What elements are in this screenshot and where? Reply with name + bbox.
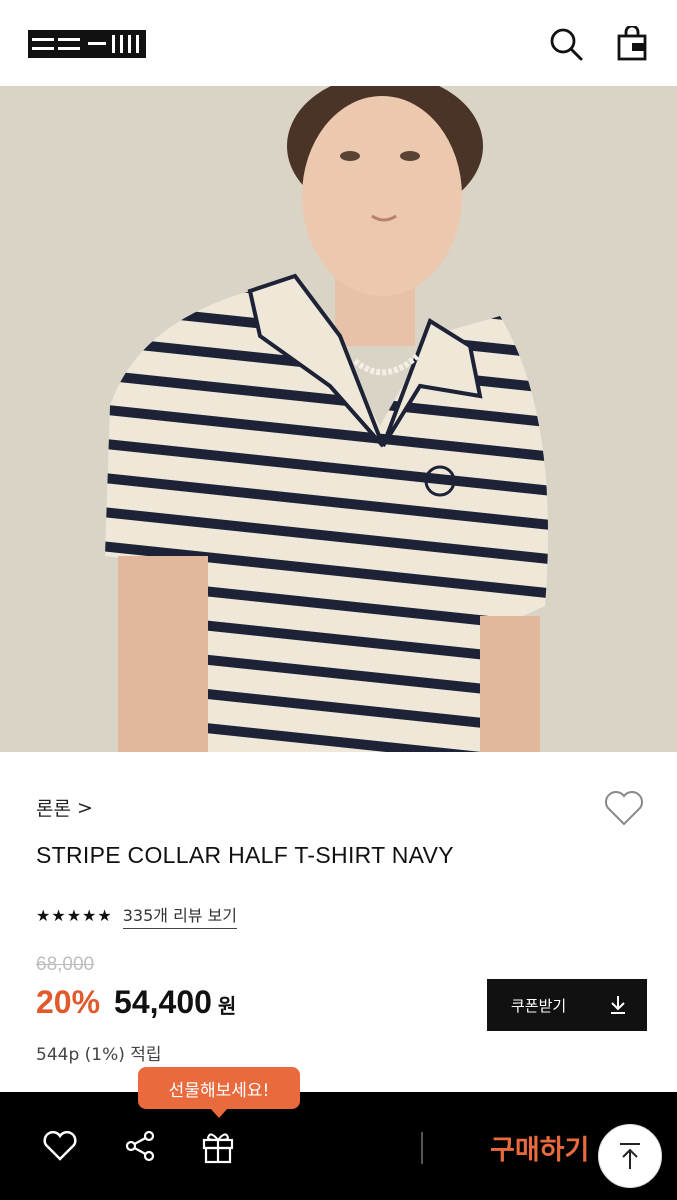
gift-tooltip: 선물해보세요!: [138, 1067, 300, 1118]
heart-icon[interactable]: [40, 1126, 80, 1166]
chevron-right-icon: >: [76, 796, 93, 819]
brand-logo[interactable]: [28, 30, 146, 58]
currency-label: 원: [217, 994, 237, 1018]
share-icon[interactable]: [120, 1126, 160, 1166]
discount-rate: 20%: [36, 984, 101, 1020]
product-info: 론론 > STRIPE COLLAR HALF T-SHIRT NAVY ★★★…: [0, 752, 677, 1092]
logo-mark: [28, 30, 146, 58]
arrow-up-icon: [620, 1143, 640, 1169]
product-title: STRIPE COLLAR HALF T-SHIRT NAVY: [36, 842, 454, 868]
rating-row: ★★★★★ 335개 리뷰 보기: [36, 902, 238, 929]
bar-divider: [421, 1132, 423, 1164]
review-link[interactable]: 335개 리뷰 보기: [122, 902, 238, 929]
brand-link[interactable]: 론론 >: [36, 794, 93, 821]
points-text: 544p (1%) 적립: [36, 1045, 162, 1065]
download-icon: [611, 996, 625, 1014]
coupon-button-label: 쿠폰받기: [511, 996, 567, 1015]
shopping-bag-icon[interactable]: [612, 24, 652, 64]
search-icon[interactable]: [546, 24, 586, 64]
sale-price: 54,400: [114, 984, 212, 1020]
header: [0, 0, 677, 86]
rating-stars: ★★★★★: [36, 906, 113, 925]
heart-icon: [605, 791, 643, 826]
original-price: 68,000: [36, 954, 95, 975]
price-row: 20% 54,400 원: [36, 984, 236, 1021]
scroll-top-button[interactable]: [598, 1124, 662, 1188]
product-image[interactable]: [0, 86, 677, 752]
buy-button[interactable]: 구매하기: [490, 1128, 589, 1167]
wishlist-button[interactable]: [602, 788, 646, 828]
coupon-button[interactable]: 쿠폰받기: [487, 979, 647, 1031]
brand-name: 론론: [36, 798, 71, 820]
model-photo: [0, 86, 677, 752]
bottom-action-bar: 구매하기: [0, 1092, 677, 1200]
gift-icon[interactable]: [198, 1126, 238, 1166]
